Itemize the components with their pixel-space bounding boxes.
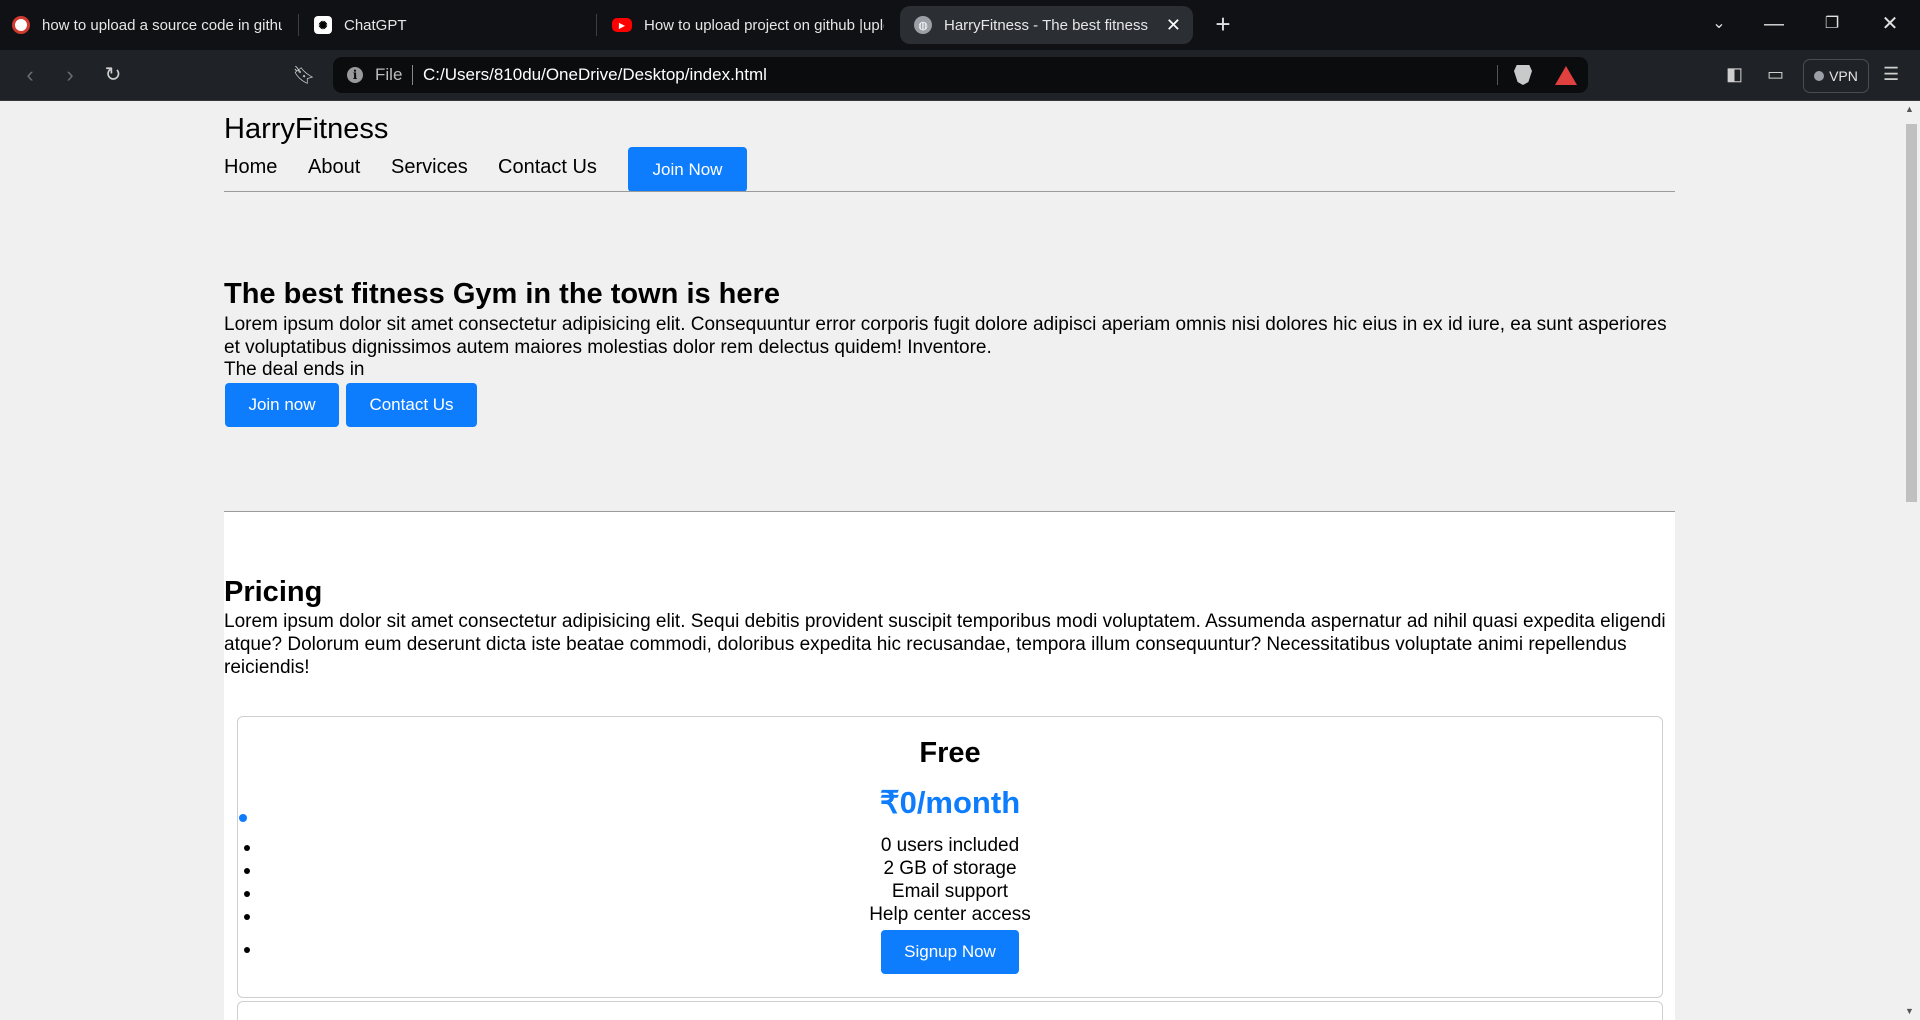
url-divider	[1497, 65, 1498, 85]
plan-feature: 0 users included	[880, 835, 1020, 856]
brave-shields-icon[interactable]	[1514, 65, 1532, 85]
join-now-button[interactable]: Join now	[225, 383, 339, 427]
forward-arrow-icon[interactable]: ›	[56, 63, 84, 87]
pricing-heading: Pricing	[224, 576, 323, 608]
restore-icon[interactable]: ❐	[1818, 12, 1846, 36]
tab-youtube[interactable]: ▶ How to upload project on github |uploa…	[612, 6, 884, 44]
tab-strip: how to upload a source code in github ✺ …	[0, 0, 1920, 50]
page-viewport: HarryFitness Home About Services Contact…	[0, 101, 1903, 1020]
address-bar[interactable]: i File C:/Users/810du/OneDrive/Desktop/i…	[333, 57, 1588, 93]
deal-text: The deal ends in	[224, 359, 365, 380]
pricing-card-next	[237, 1001, 1663, 1020]
pricing-card-free: Free ₹0/month 0 users included 2 GB of s…	[237, 716, 1663, 998]
globe-icon: ◍	[914, 16, 932, 34]
section-divider	[224, 511, 1675, 512]
browser-toolbar: ‹ › ↻ 🔖︎ i File C:/Users/810du/OneDrive/…	[0, 50, 1920, 101]
signup-now-button[interactable]: Signup Now	[881, 930, 1019, 974]
nav-about[interactable]: About	[308, 156, 360, 179]
back-arrow-icon[interactable]: ‹	[16, 63, 44, 87]
vpn-status-icon	[1814, 71, 1825, 81]
contact-us-button[interactable]: Contact Us	[346, 383, 477, 427]
url-scheme-label: File	[375, 65, 403, 84]
hero-text: Lorem ipsum dolor sit amet consectetur a…	[224, 314, 1667, 358]
url-text[interactable]: C:/Users/810du/OneDrive/Desktop/index.ht…	[423, 65, 767, 85]
tab-chatgpt[interactable]: ✺ ChatGPT	[314, 6, 584, 44]
new-tab-plus-icon[interactable]: +	[1209, 11, 1237, 37]
tab-separator	[298, 14, 299, 36]
nav-divider	[224, 191, 1675, 192]
tab-search-chevron-icon[interactable]: ⌄	[1705, 12, 1733, 36]
nav-services[interactable]: Services	[391, 156, 468, 179]
nav-home[interactable]: Home	[224, 156, 277, 179]
tab-github-upload[interactable]: how to upload a source code in github	[12, 6, 282, 44]
brave-rewards-icon[interactable]	[1555, 66, 1577, 85]
minimize-icon[interactable]: —	[1760, 12, 1788, 36]
url-divider	[412, 65, 413, 85]
tab-separator	[596, 14, 597, 36]
info-icon[interactable]: i	[347, 67, 363, 83]
tab-harryfitness[interactable]: ◍ HarryFitness - The best fitness gym ✕	[900, 6, 1193, 44]
plan-price: ₹0/month	[879, 785, 1021, 820]
scrollbar-thumb[interactable]	[1906, 124, 1917, 502]
brave-shield-icon	[12, 16, 30, 34]
scroll-down-arrow-icon[interactable]: ▼	[1905, 1006, 1914, 1016]
vpn-button[interactable]: VPN	[1803, 59, 1869, 93]
nav-join-now-button[interactable]: Join Now	[628, 147, 747, 192]
pricing-text: Lorem ipsum dolor sit amet consectetur a…	[224, 611, 1666, 678]
close-tab-icon[interactable]: ✕	[1166, 15, 1181, 36]
youtube-icon: ▶	[612, 18, 632, 32]
plan-name: Free	[919, 737, 981, 769]
reload-icon[interactable]: ↻	[99, 63, 127, 87]
bookmark-icon[interactable]: 🔖︎	[290, 63, 318, 87]
scroll-up-arrow-icon[interactable]: ▲	[1905, 104, 1914, 114]
menu-hamburger-icon[interactable]: ☰	[1883, 64, 1899, 85]
plan-feature: Email support	[891, 881, 1009, 902]
wallet-icon[interactable]: ▭	[1767, 64, 1784, 85]
plan-feature: Help center access	[869, 904, 1031, 925]
window-close-icon[interactable]: ✕	[1876, 12, 1904, 36]
chatgpt-icon: ✺	[314, 16, 332, 34]
list-bullet	[244, 947, 250, 953]
nav-contact-us[interactable]: Contact Us	[498, 156, 597, 179]
site-brand[interactable]: HarryFitness	[224, 113, 388, 146]
plan-feature: 2 GB of storage	[883, 858, 1017, 879]
hero-heading: The best fitness Gym in the town is here	[224, 278, 780, 310]
sidebar-toggle-icon[interactable]: ◧	[1726, 64, 1743, 85]
